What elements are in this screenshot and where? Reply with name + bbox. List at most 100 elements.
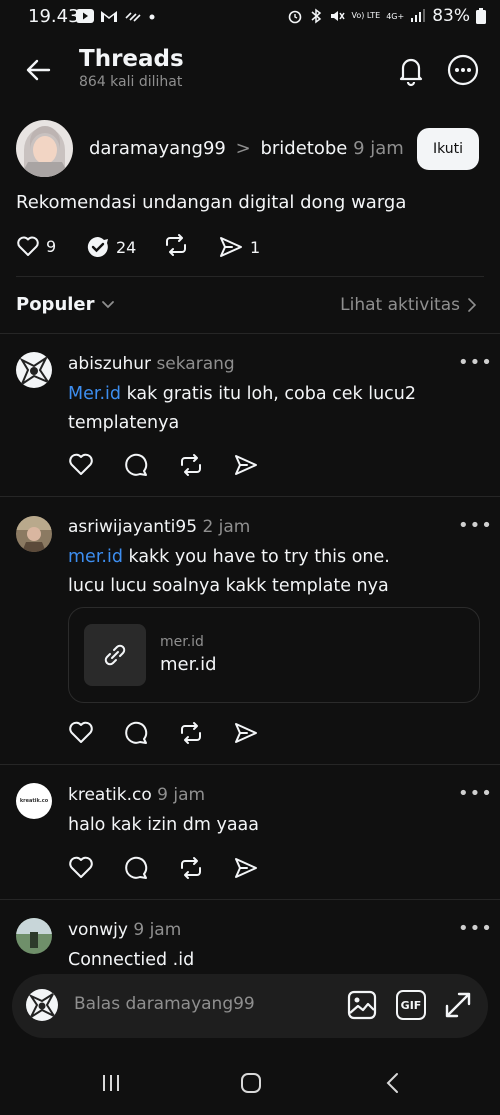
sort-dropdown[interactable]: Populer [16,294,115,315]
reply-username[interactable]: vonwjy [68,920,128,940]
comment-button[interactable] [123,855,149,881]
expand-button[interactable] [443,990,473,1020]
divider [16,276,484,277]
recent-apps-button[interactable] [100,1072,122,1094]
repost-button[interactable] [178,452,204,478]
sort-label: Populer [16,294,95,315]
divider [0,496,500,497]
back-button[interactable] [24,55,54,85]
send-icon [235,858,257,878]
repost-icon [166,234,186,256]
share-button[interactable] [233,452,259,478]
reply-username[interactable]: asriwijayanti95 [68,517,197,537]
battery-icon [476,8,486,24]
image-icon [347,990,377,1020]
reply-more-button[interactable]: ••• [458,352,493,373]
share-stat[interactable]: 1 [218,235,260,259]
reply-time: 9 jam [157,785,206,805]
abstract-logo-icon [28,993,57,1020]
reply-actions [68,720,259,746]
gif-button[interactable]: GIF [396,990,426,1020]
like-stat[interactable]: 9 [16,235,56,257]
image-attach-button[interactable] [347,990,377,1020]
reply-input[interactable]: Balas daramayang99 [74,994,255,1014]
send-icon [220,237,242,257]
view-activity-link[interactable]: Lihat aktivitas [340,295,476,315]
reply-more-button[interactable]: ••• [458,918,493,939]
avatar-image [16,918,52,954]
reply-header: abiszuhur sekarang [68,354,235,374]
repost-icon [181,857,201,879]
home-button[interactable] [240,1072,262,1094]
more-options-button[interactable] [447,54,479,86]
heart-icon [69,856,93,878]
comment-icon [125,856,148,879]
status-time: 19.43 [28,6,80,27]
bluetooth-icon [311,8,322,24]
reply-avatar[interactable]: kreatik.co [16,783,52,819]
reply-text: mer.id kakk you have to try this one. lu… [68,543,390,601]
post-time: 9 jam [353,138,404,159]
like-count: 9 [46,236,57,256]
abstract-logo-icon [19,355,51,387]
reply-avatar[interactable] [16,352,52,388]
gmail-icon [101,11,117,22]
avatar-image [16,120,73,177]
share-button[interactable] [233,720,259,746]
battery-percent: 83% [432,6,470,26]
ellipsis-circle-icon [447,54,479,86]
repost-icon [181,722,201,744]
reply-more-button[interactable]: ••• [458,783,493,804]
share-button[interactable] [233,855,259,881]
system-back-button[interactable] [382,1072,404,1094]
post-text: Rekomendasi undangan digital dong warga [16,192,407,213]
reply-more-button[interactable]: ••• [458,515,493,536]
repost-button[interactable] [178,720,204,746]
home-icon [241,1073,261,1093]
reply-link[interactable]: mer.id [68,547,123,567]
post-author-name[interactable]: daramayang99 [89,138,226,159]
like-button[interactable] [68,720,94,746]
like-button[interactable] [68,855,94,881]
reply-avatar[interactable] [16,918,52,954]
notifications-button[interactable] [395,53,427,87]
page-title: Threads [79,46,184,72]
reply-time: 2 jam [202,517,251,537]
post-author-avatar[interactable] [16,120,73,177]
repost-stat[interactable]: 24 [86,235,136,259]
network-indicator: 4G+ [386,11,405,21]
comment-button[interactable] [123,720,149,746]
youtube-icon [76,9,94,23]
reply-header: kreatik.co 9 jam [68,785,205,805]
reply-avatar[interactable] [16,516,52,552]
like-button[interactable] [68,452,94,478]
alarm-icon [289,10,302,24]
reply-username[interactable]: abiszuhur [68,354,151,374]
repost-button[interactable] [178,855,204,881]
reply-header: asriwijayanti95 2 jam [68,517,250,537]
bell-icon [399,58,423,87]
link-title: mer.id [160,654,217,675]
reply-actions [68,452,259,478]
reply-header: vonwjy 9 jam [68,920,181,940]
reply-chevron: > [235,138,251,159]
post-repost-button[interactable] [163,233,189,257]
heart-icon [17,236,39,256]
check-badge-icon [87,236,108,257]
reply-text: Mer.id kak gratis itu loh, coba cek lucu… [68,380,416,438]
reply-username[interactable]: kreatik.co [68,785,152,805]
signal-icon [411,9,426,22]
status-notification-icons [76,9,156,23]
reply-time: 9 jam [133,920,182,940]
dot-icon [149,14,155,20]
avatar-image [16,516,52,552]
comment-button[interactable] [123,452,149,478]
reply-link[interactable]: Mer.id [68,384,121,404]
mute-icon [331,11,346,21]
repost-icon [181,454,201,476]
repost-count: 24 [116,237,137,257]
expand-icon [445,992,471,1018]
follow-button[interactable]: Ikuti [417,128,479,170]
reply-text-line1: Connectied .id [68,950,195,970]
post-recipient-name[interactable]: bridetobe [260,138,347,159]
